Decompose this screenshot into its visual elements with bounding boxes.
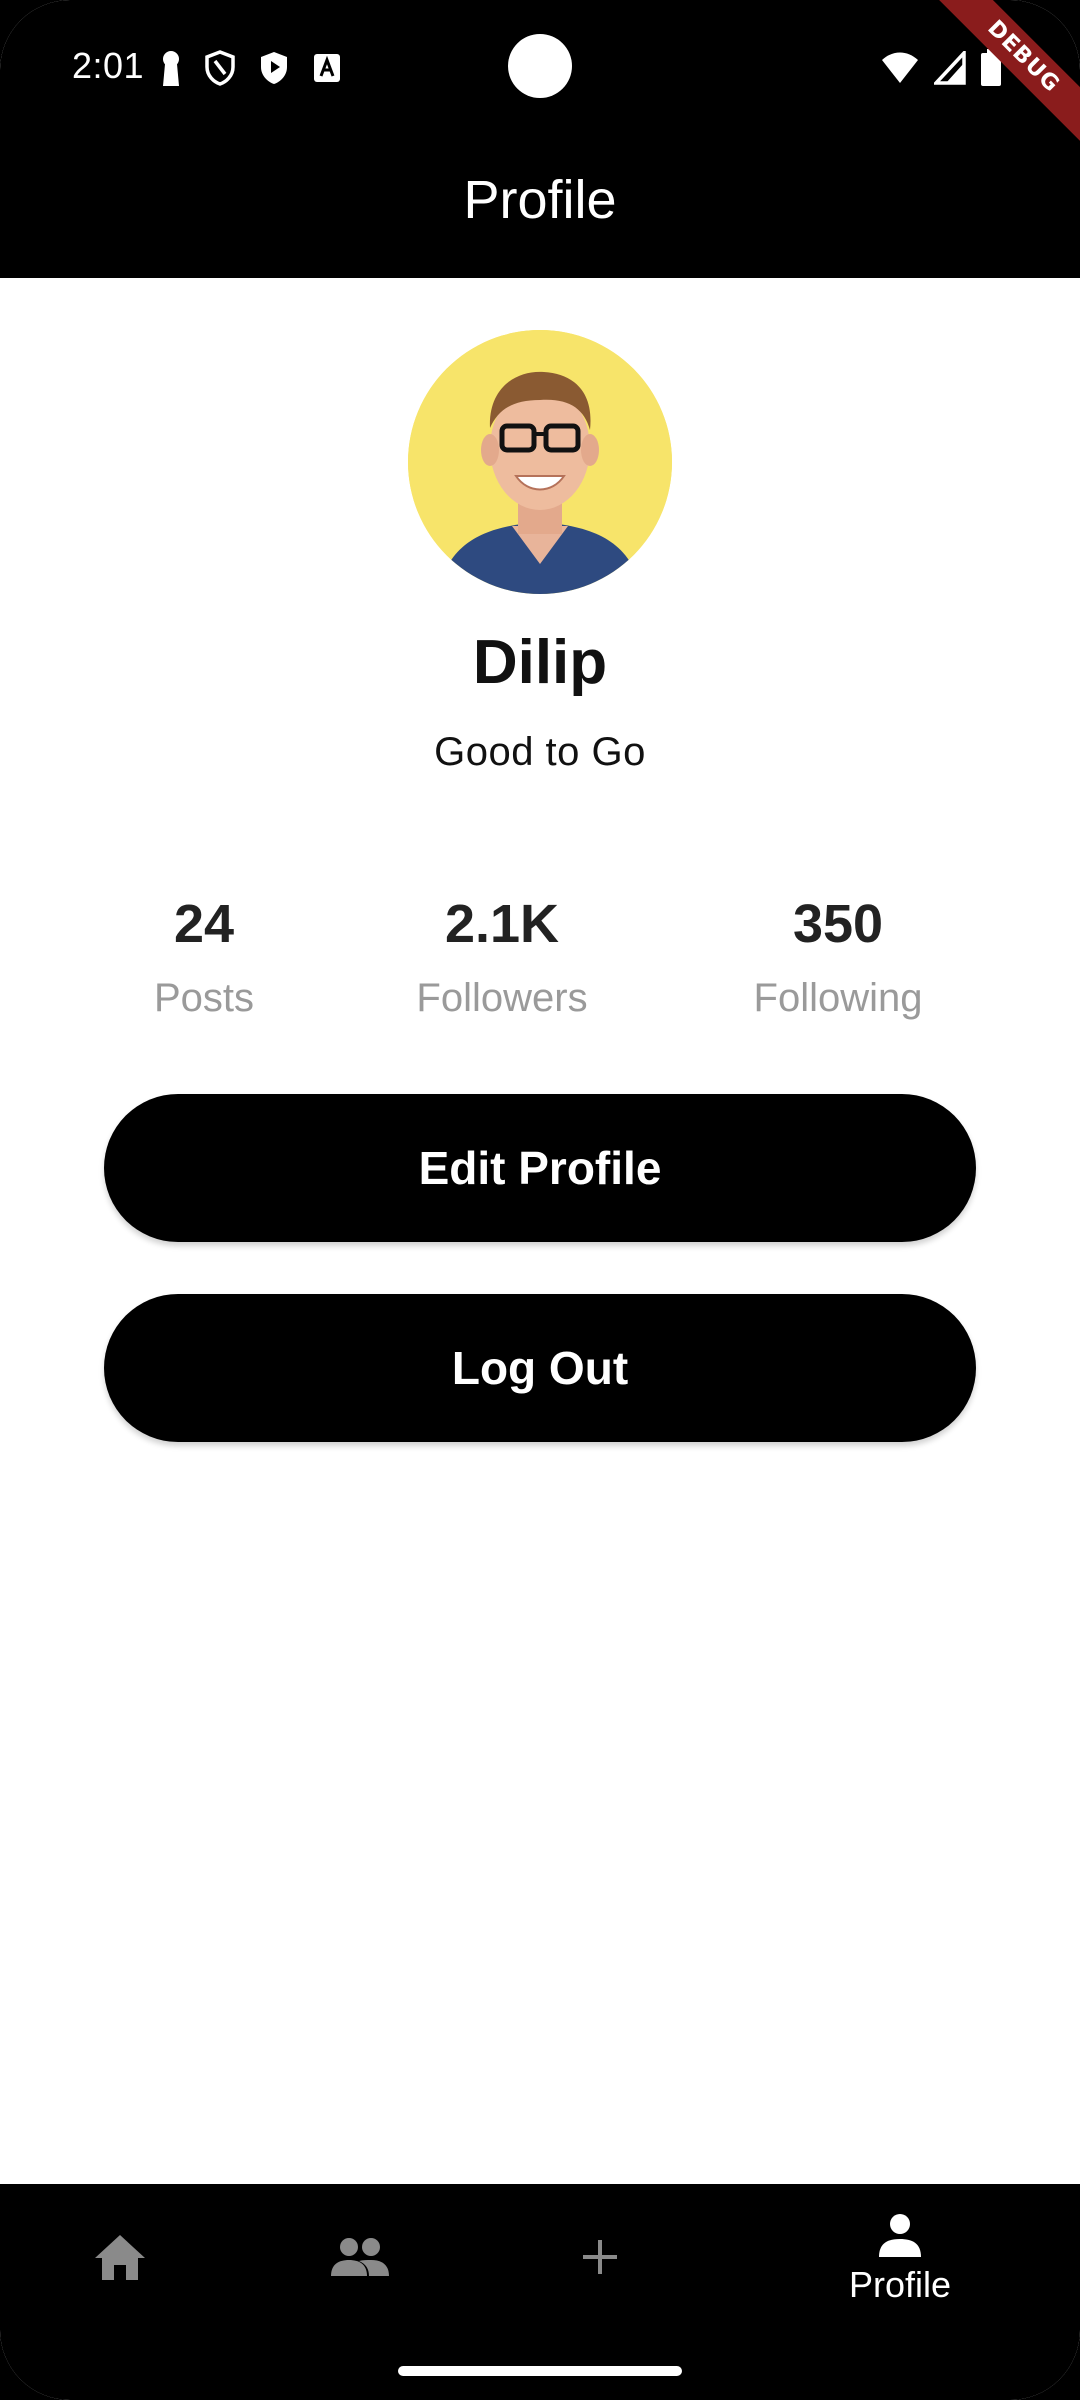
camera-cutout	[508, 34, 572, 98]
stat-following[interactable]: 350 Following	[708, 892, 968, 1022]
profile-name: Dilip	[472, 628, 608, 697]
home-icon	[93, 2232, 147, 2287]
keyhole-icon	[160, 50, 182, 86]
stat-label: Posts	[153, 976, 255, 1020]
nav-item-add[interactable]	[480, 2184, 720, 2334]
stat-value: 24	[173, 894, 235, 954]
stat-label: Followers	[416, 976, 588, 1020]
stat-value: 2.1K	[444, 894, 560, 954]
top-bar: 2:01 DEBUG Profile	[0, 0, 1080, 278]
people-icon	[329, 2236, 391, 2283]
nav-item-home[interactable]	[0, 2184, 240, 2334]
stat-value: 350	[792, 894, 884, 954]
page-title: Profile	[463, 170, 617, 230]
stat-posts[interactable]: 24 Posts	[74, 892, 334, 1022]
home-indicator[interactable]	[398, 2366, 682, 2376]
shield-play-icon	[258, 50, 290, 86]
cell-signal-icon	[934, 51, 966, 85]
edit-profile-button[interactable]: Edit Profile	[104, 1094, 976, 1242]
status-time: 2:01	[72, 45, 145, 86]
avatar[interactable]	[408, 330, 672, 594]
wifi-icon	[880, 51, 920, 85]
nav-item-people[interactable]	[240, 2184, 480, 2334]
profile-status: Good to Go	[434, 730, 646, 774]
stat-followers[interactable]: 2.1K Followers	[372, 892, 632, 1022]
status-icons-left	[160, 48, 342, 88]
log-out-button[interactable]: Log Out	[104, 1294, 976, 1442]
profile-screen: 2:01 DEBUG Profile Dilip Good to Go 24 P…	[0, 0, 1080, 2400]
shield-outline-icon	[204, 50, 236, 86]
stat-label: Following	[753, 976, 923, 1020]
nav-item-profile[interactable]: Profile	[780, 2184, 1020, 2334]
add-icon	[579, 2236, 621, 2283]
font-a-icon	[312, 52, 342, 84]
person-icon	[876, 2213, 924, 2262]
nav-label-profile: Profile	[848, 2263, 952, 2305]
status-icons-right	[880, 48, 1002, 88]
